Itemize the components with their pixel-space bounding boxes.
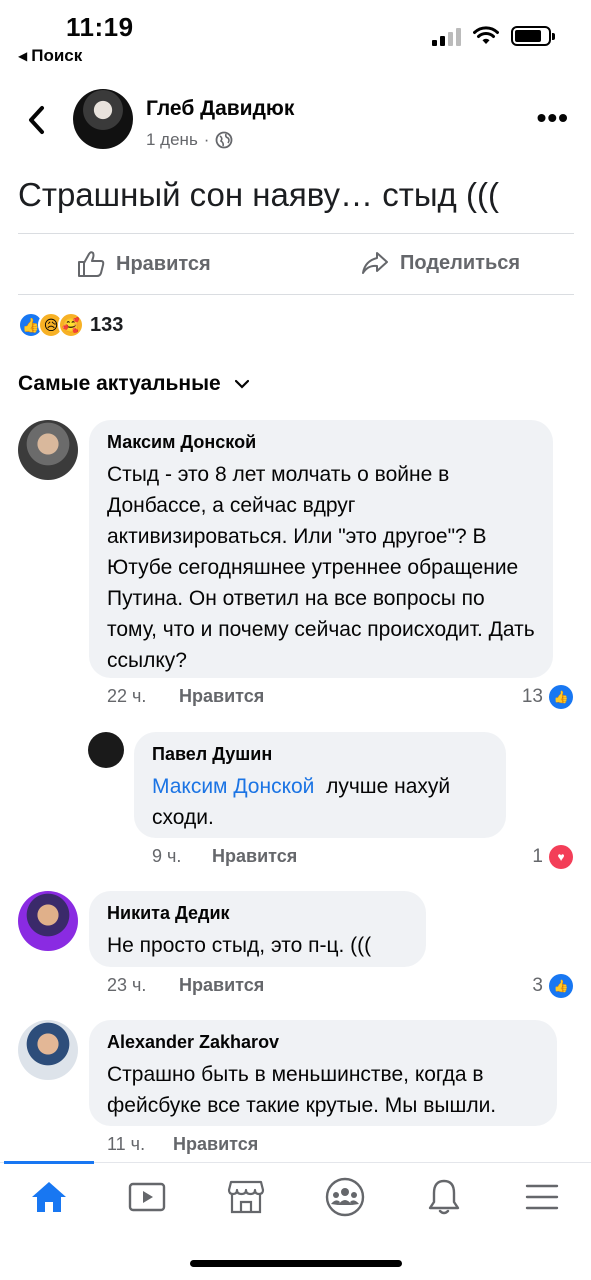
tab-notifications[interactable] [419,1177,469,1217]
groups-icon [325,1177,365,1217]
comment-like-button[interactable]: Нравится [179,686,264,707]
comment-time: 9 ч. [152,846,182,866]
comment-meta: 9 ч. Нравится [152,846,297,867]
home-icon [32,1182,66,1212]
divider [18,294,574,295]
back-triangle-icon: ◀ [18,49,28,63]
comment-like-button[interactable]: Нравится [179,975,264,996]
comment-meta: 11 ч. Нравится [107,1134,258,1155]
post-age: 1 день [146,130,198,149]
tab-home[interactable] [24,1177,74,1217]
back-app-label: Поиск [31,46,83,65]
comment-reactions[interactable]: 13 👍 [522,685,573,709]
back-button[interactable] [22,100,50,140]
commenter-avatar[interactable] [18,420,78,480]
comment-bubble: Alexander Zakharov Страшно быть в меньши… [89,1020,557,1126]
reactions-summary[interactable]: 👍 😥 🥰 133 [18,312,123,338]
comment-time: 22 ч. [107,686,147,706]
globe-icon [216,131,233,149]
comment-reaction-count: 1 [532,846,543,867]
home-indicator [190,1260,402,1267]
care-reaction-icon: 🥰 [58,312,84,338]
comment-text: Максим Донской лучше нахуй сходи. [152,771,488,833]
like-reaction-icon: 👍 [549,685,573,709]
comment-sort-dropdown[interactable]: Самые актуальные [18,372,249,396]
comment-bubble: Никита Дедик Не просто стыд, это п-ц. ((… [89,891,426,967]
comment-like-button[interactable]: Нравится [212,846,297,867]
tab-video[interactable] [122,1177,172,1217]
share-label: Поделиться [400,251,521,274]
menu-icon [525,1184,559,1210]
commenter-avatar[interactable] [18,1020,78,1080]
post-meta: 1 день · [146,130,233,150]
comment-bubble: Павел Душин Максим Донской лучше нахуй с… [134,732,506,838]
tab-groups[interactable] [320,1177,370,1217]
share-button[interactable]: Поделиться [360,250,520,276]
thumbs-up-icon [78,251,105,277]
more-options-button[interactable]: ••• [537,104,569,132]
comment-time: 23 ч. [107,975,147,995]
like-button[interactable]: Нравится [76,250,211,278]
comment-reactions[interactable]: 1 ♥ [532,845,573,869]
mention-link[interactable]: Максим Донской [152,775,314,798]
comment-bubble: Максим Донской Стыд - это 8 лет молчать … [89,420,553,678]
reaction-count: 133 [90,313,124,336]
comment-text: Стыд - это 8 лет молчать о войне в Донба… [107,463,535,672]
status-icons [432,26,555,46]
comment-reactions[interactable]: 3 👍 [532,974,573,998]
sort-label: Самые актуальные [18,372,221,395]
comment-time: 11 ч. [107,1134,146,1154]
bell-icon [428,1179,460,1215]
active-tab-indicator [4,1161,94,1164]
like-label: Нравится [116,252,211,275]
comment-meta: 22 ч. Нравится [107,686,264,707]
meta-separator: · [203,130,210,149]
like-reaction-icon: 👍 [549,974,573,998]
comment-like-button[interactable]: Нравится [173,1134,258,1155]
author-name[interactable]: Глеб Давидюк [146,97,294,121]
post-text: Страшный сон наяву… стыд ((( [18,176,499,213]
comment-text: Не просто стыд, это п-ц. ((( [107,934,372,957]
share-icon [362,252,388,274]
chevron-down-icon [234,379,249,389]
commenter-name[interactable]: Alexander Zakharov [107,1032,539,1053]
back-to-app[interactable]: ◀ Поиск [18,46,82,66]
comment-reaction-count: 13 [521,686,543,707]
commenter-name[interactable]: Никита Дедик [107,903,408,924]
comment-meta: 23 ч. Нравится [107,975,264,996]
commenter-name[interactable]: Максим Донской [107,432,535,453]
love-reaction-icon: ♥ [549,845,573,869]
commenter-avatar[interactable] [88,732,124,768]
battery-icon [511,26,555,46]
comment-reaction-count: 3 [532,975,543,996]
wifi-icon [473,26,499,44]
cellular-signal-icon [432,26,461,46]
marketplace-icon [227,1180,265,1214]
status-time: 11:19 [66,12,134,42]
comment-text: Страшно быть в меньшинстве, когда в фейс… [107,1063,497,1117]
author-avatar[interactable] [73,89,133,149]
chevron-left-icon [29,106,44,134]
commenter-avatar[interactable] [18,891,78,951]
commenter-name[interactable]: Павел Душин [152,744,488,765]
divider [18,233,574,234]
video-icon [128,1182,166,1212]
tab-marketplace[interactable] [221,1177,271,1217]
tab-menu[interactable] [517,1177,567,1217]
